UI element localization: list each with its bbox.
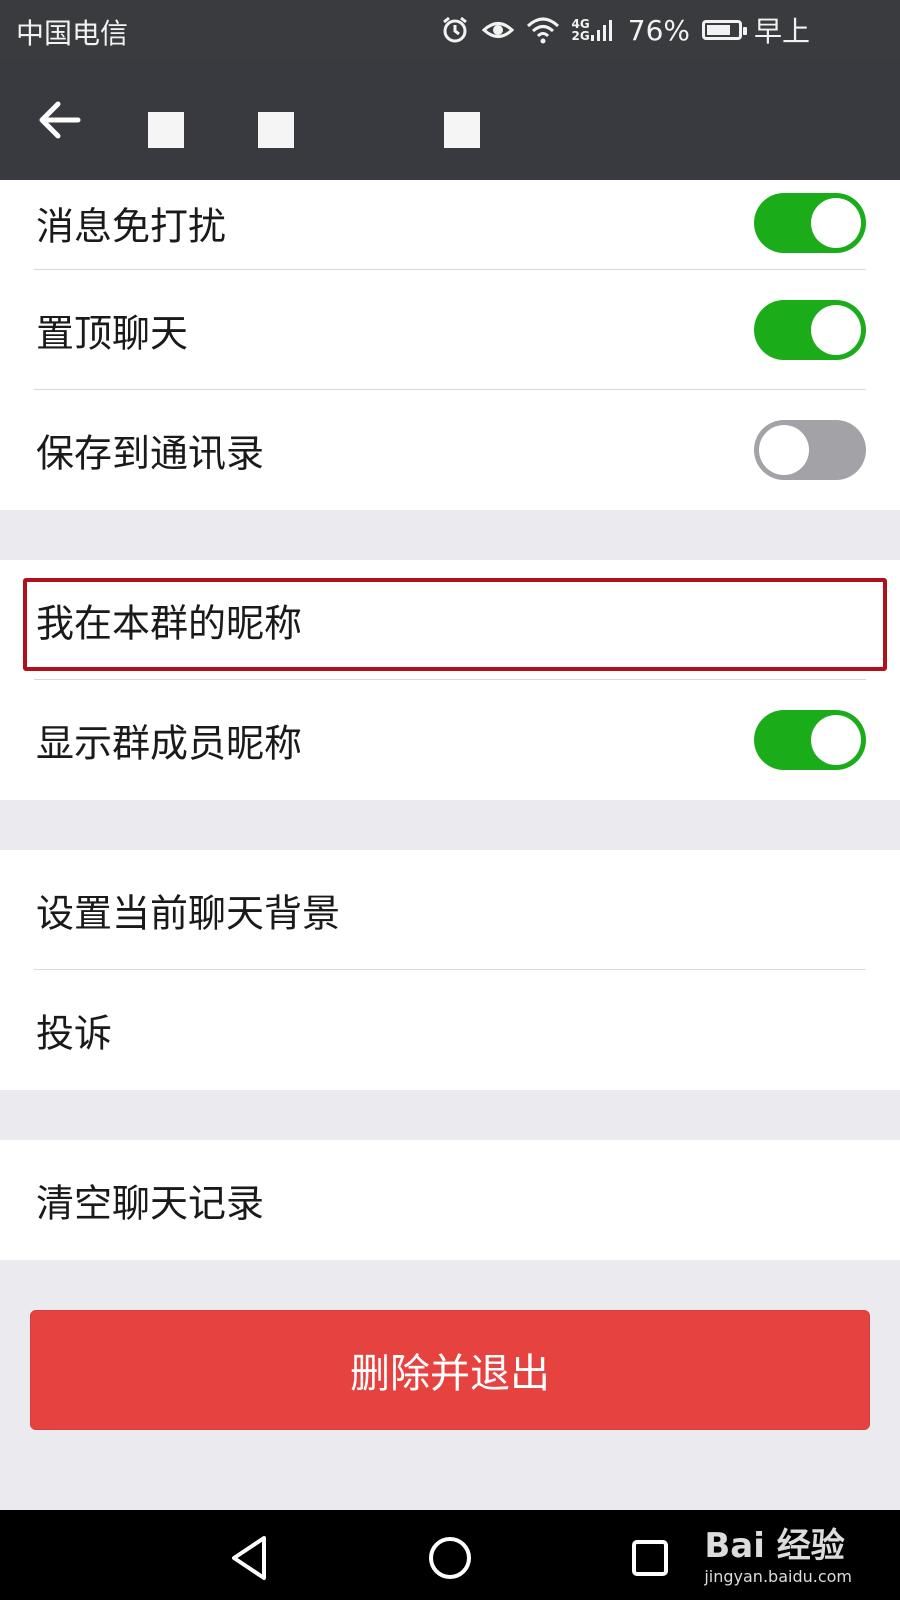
redacted-title-block	[148, 112, 184, 148]
setting-row-clear-history[interactable]: 清空聊天记录	[0, 1140, 900, 1259]
pin-chat-toggle[interactable]	[754, 299, 866, 360]
show-nicknames-toggle[interactable]	[754, 709, 866, 770]
toggle-knob	[759, 424, 809, 475]
setting-row-save-contacts[interactable]: 保存到通讯录	[0, 390, 900, 509]
delete-and-exit-button[interactable]: 删除并退出	[30, 1310, 870, 1430]
save-contacts-toggle[interactable]	[754, 419, 866, 480]
alarm-icon	[440, 13, 470, 47]
redacted-title-block	[444, 112, 480, 148]
triangle-back-icon	[232, 1536, 266, 1580]
watermark-title: Bai 经验	[704, 1526, 845, 1566]
toggle-knob	[811, 198, 861, 249]
battery-fill	[706, 25, 730, 35]
setting-label: 设置当前聊天背景	[36, 891, 341, 935]
setting-label: 保存到通讯录	[36, 431, 265, 475]
setting-label: 投诉	[36, 1011, 113, 1055]
battery-icon	[701, 20, 747, 40]
wifi-icon	[526, 13, 560, 47]
mute-toggle[interactable]	[754, 193, 866, 254]
back-button[interactable]	[34, 92, 90, 148]
setting-row-mute[interactable]: 消息免打扰	[0, 144, 900, 264]
nav-back-button[interactable]	[222, 1530, 278, 1586]
setting-label: 显示群成员昵称	[36, 721, 303, 765]
setting-label: 清空聊天记录	[36, 1181, 265, 1225]
setting-row-pin-chat[interactable]: 置顶聊天	[0, 270, 900, 389]
nav-recents-button[interactable]	[622, 1530, 678, 1586]
carrier-label: 中国电信	[16, 17, 129, 50]
settings-group-notifications: 消息免打扰 置顶聊天 保存到通讯录	[0, 180, 900, 510]
settings-group-history: 清空聊天记录	[0, 1140, 900, 1260]
status-icons: 4G 2G 76% 早上	[440, 10, 810, 50]
redacted-title-block	[258, 112, 294, 148]
arrow-left-icon	[39, 101, 81, 139]
setting-row-show-member-nicknames[interactable]: 显示群成员昵称	[0, 680, 900, 799]
baidu-jingyan-watermark: Bai 经验 jingyan.baidu.com	[704, 1518, 852, 1586]
watermark-url: jingyan.baidu.com	[704, 1567, 852, 1586]
system-nav-bar: Bai 经验 jingyan.baidu.com	[0, 1510, 900, 1600]
toggle-knob	[811, 304, 861, 355]
nav-home-button[interactable]	[422, 1530, 478, 1586]
battery-percent: 76%	[627, 13, 690, 47]
network-type-icon: 4G 2G	[572, 13, 616, 47]
clock-label: 早上	[753, 15, 810, 48]
setting-row-report[interactable]: 投诉	[0, 970, 900, 1089]
eye-icon	[481, 13, 514, 47]
status-bar: 中国电信 4G 2G 76% 早上	[0, 0, 900, 60]
settings-group-chat: 设置当前聊天背景 投诉	[0, 850, 900, 1090]
network-2g-label: 2G	[571, 29, 590, 43]
highlight-annotation-box	[23, 578, 887, 671]
setting-label: 置顶聊天	[36, 311, 189, 355]
setting-label: 消息免打扰	[36, 204, 227, 249]
circle-home-icon	[429, 1537, 471, 1579]
square-recents-icon	[632, 1540, 668, 1576]
toggle-knob	[811, 714, 861, 765]
setting-row-chat-background[interactable]: 设置当前聊天背景	[0, 850, 900, 969]
